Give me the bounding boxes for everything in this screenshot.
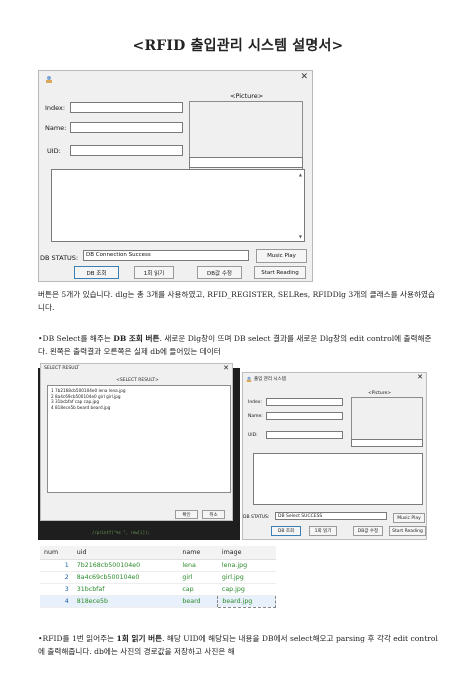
code-snippet: //printf("%s ", row[i]); <box>92 530 150 535</box>
db-status-field[interactable]: DB Connection Success <box>83 250 249 261</box>
uid-label: UID: <box>248 433 258 438</box>
index-label: Index: <box>248 400 262 405</box>
list-item: 4 818ece5b beard beard.jpg <box>51 404 111 410</box>
table-row[interactable]: 1 7b2168cb500104e0 lena lena.jpg <box>40 559 276 572</box>
table-row[interactable]: 3 31bcbfaf cap cap.jpg <box>40 583 276 596</box>
app-icon <box>246 376 252 382</box>
cancel-button[interactable]: 취소 <box>202 510 225 519</box>
index-label: Index: <box>45 104 66 112</box>
db-status-label: DB STATUS: <box>40 254 79 262</box>
uid-label: UID: <box>47 147 61 155</box>
header-image: image <box>217 546 276 560</box>
small-dialog-title: 출입 관리 시스템 <box>254 377 286 382</box>
index-field[interactable] <box>70 102 183 113</box>
name-field[interactable] <box>266 412 343 420</box>
uid-field[interactable] <box>70 145 183 156</box>
para3-prefix: •RFID를 1번 읽어주는 <box>38 634 117 643</box>
cell-num[interactable]: 2 <box>40 571 73 584</box>
db-select-button[interactable]: DB 조회 <box>271 526 301 536</box>
select-result-dialog: SELECT RESULT ✕ <SELECT RESULT> 1 7b2168… <box>40 363 233 521</box>
output-edit-area[interactable]: ▲ ▼ <box>51 169 305 242</box>
para3-bold: 1회 읽기 버튼 <box>116 634 163 643</box>
scroll-up-icon[interactable]: ▲ <box>299 172 302 177</box>
header-uid: uid <box>72 546 179 560</box>
cell-num[interactable]: 3 <box>40 583 73 596</box>
select-dialog-title: SELECT RESULT <box>44 366 80 371</box>
music-play-button[interactable]: Music Play <box>393 513 425 523</box>
output-edit-area[interactable] <box>253 453 423 505</box>
select-result-list[interactable]: 1 7b2168cb500104e0 lena lena.jpg 2 8a4c6… <box>47 385 231 493</box>
start-reading-button[interactable]: Start Reading <box>254 266 306 279</box>
music-play-button[interactable]: Music Play <box>256 249 307 263</box>
uid-extra-field[interactable] <box>351 439 423 447</box>
uid-field[interactable] <box>266 431 343 439</box>
cell-name[interactable]: beard <box>178 595 218 608</box>
paragraph-read-once: •RFID를 1번 읽어주는 1회 읽기 버튼. 해당 UID에 해당되는 내용… <box>38 632 440 658</box>
db-edit-button[interactable]: DB값 수정 <box>197 266 242 279</box>
start-reading-button[interactable]: Start Reading <box>389 526 426 536</box>
close-icon[interactable]: ✕ <box>223 364 229 372</box>
ok-button[interactable]: 확인 <box>175 510 198 519</box>
name-field[interactable] <box>70 122 183 133</box>
cell-num[interactable]: 4 <box>40 595 73 608</box>
rfid-small-dialog: 출입 관리 시스템 ✕ <Picture> Index: Name: UID: … <box>242 372 427 540</box>
table-header-row: num uid name image <box>40 546 276 560</box>
header-num: num <box>40 546 73 560</box>
cell-name[interactable]: lena <box>178 559 218 572</box>
app-icon <box>46 76 52 83</box>
db-status-field[interactable]: DB Select SUCCESS <box>275 512 387 520</box>
document-title: <RFID 출입관리 시스템 설명서> <box>132 38 344 54</box>
cell-image[interactable]: girl.jpg <box>217 571 276 584</box>
picture-label: <Picture> <box>230 92 264 100</box>
cell-name[interactable]: cap <box>178 583 218 596</box>
rfid-main-dialog: ✕ <Picture> Index: Name: UID: ▲ ▼ DB STA… <box>38 70 313 282</box>
cell-name[interactable]: girl <box>178 571 218 584</box>
paragraph-buttons: 버튼은 5개가 있습니다. dlg는 총 3개를 사용하였고, RFID_REG… <box>38 290 435 312</box>
name-label: Name: <box>45 124 67 132</box>
cell-uid[interactable]: 818ece5b <box>72 595 179 608</box>
cell-image[interactable]: cap.jpg <box>217 583 276 596</box>
db-select-button[interactable]: DB 조회 <box>74 266 119 279</box>
db-edit-button[interactable]: DB값 수정 <box>353 526 383 536</box>
cell-num[interactable]: 1 <box>40 559 73 572</box>
cell-uid[interactable]: 31bcbfaf <box>72 583 179 596</box>
picture-label: <Picture> <box>368 391 392 396</box>
close-icon[interactable]: ✕ <box>300 72 308 82</box>
name-label: Name: <box>248 414 263 419</box>
cell-uid[interactable]: 8a4c69cb500104e0 <box>72 571 179 584</box>
uid-extra-field[interactable] <box>189 157 303 168</box>
table-row[interactable]: 2 8a4c69cb500104e0 girl girl.jpg <box>40 571 276 584</box>
index-field[interactable] <box>266 398 343 406</box>
para2-bold: DB 조회 버튼 <box>113 334 160 343</box>
header-name: name <box>178 546 218 560</box>
db-status-label: DB STATUS: <box>243 515 270 520</box>
cell-uid[interactable]: 7b2168cb500104e0 <box>72 559 179 572</box>
close-icon[interactable]: ✕ <box>417 373 423 381</box>
scroll-down-icon[interactable]: ▼ <box>299 234 302 239</box>
para2-prefix: •DB Select를 해주는 <box>38 334 114 343</box>
read-once-button[interactable]: 1회 읽기 <box>309 526 337 536</box>
table-row[interactable]: 4 818ece5b beard beard.jpg <box>40 594 276 608</box>
db-table: num uid name image 1 7b2168cb500104e0 le… <box>40 546 276 608</box>
cell-image[interactable]: lena.jpg <box>217 559 276 572</box>
cell-image[interactable]: beard.jpg <box>217 594 276 608</box>
read-once-button[interactable]: 1회 읽기 <box>134 266 174 279</box>
select-result-label: <SELECT RESULT> <box>116 378 159 383</box>
paragraph-db-select: •DB Select를 해주는 DB 조회 버튼. 새로운 Dlg창이 뜨며 D… <box>38 332 440 358</box>
